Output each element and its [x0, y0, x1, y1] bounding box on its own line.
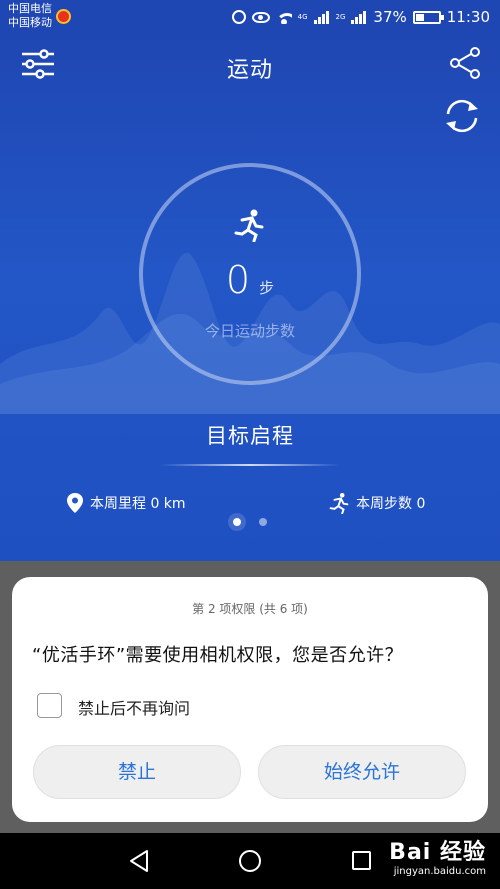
weekly-distance: 本周里程 0 km: [66, 492, 186, 514]
steps-value: 0: [225, 258, 251, 302]
goal-underline: [160, 464, 340, 466]
permission-message: “优活手环”需要使用相机权限，您是否允许？: [32, 645, 404, 666]
permission-counter: 第 2 项权限 (共 6 项): [192, 602, 308, 616]
dont-ask-again-label[interactable]: 禁止后不再询问: [78, 695, 190, 719]
goal-button[interactable]: 目标启程: [0, 420, 500, 450]
carrier-1: 中国电信: [8, 2, 52, 15]
weekly-steps-text: 本周步数 0: [356, 496, 426, 512]
today-steps: 0 步: [0, 258, 500, 302]
signal-2-icon: [351, 10, 367, 24]
page-indicator: [0, 518, 500, 526]
weekly-steps: 本周步数 0: [328, 492, 425, 514]
watermark-url: jingyan.baidu.com: [393, 866, 486, 877]
weekly-distance-text: 本周里程 0 km: [90, 496, 186, 512]
runner-small-icon: [329, 492, 349, 514]
clock: 11:30: [446, 8, 490, 26]
deny-button[interactable]: 禁止: [33, 745, 241, 799]
sync-icon[interactable]: [440, 96, 484, 136]
back-icon[interactable]: [127, 849, 151, 873]
page-dot[interactable]: [233, 518, 241, 526]
watermark-logo: Bai 经验: [389, 840, 486, 865]
battery-percent: 37%: [373, 8, 407, 26]
dont-ask-again-checkbox[interactable]: [37, 693, 62, 718]
page-title: 运动: [226, 58, 273, 83]
watermark: Bai 经验 jingyan.baidu.com: [389, 834, 486, 877]
network-2-label: 2G: [335, 12, 346, 21]
eye-comfort-icon: [251, 11, 270, 23]
status-indicators: 4G 2G 37% 11:30: [231, 7, 490, 27]
always-allow-button[interactable]: 始终允许: [258, 745, 466, 799]
steps-unit: 步: [259, 279, 275, 297]
location-pin-icon: [67, 493, 83, 513]
battery-icon: [412, 10, 444, 24]
weibo-notification-icon: [56, 9, 71, 24]
network-1-label: 4G: [297, 12, 308, 21]
alarm-icon: [231, 10, 246, 24]
carrier-2: 中国移动: [8, 16, 52, 29]
home-icon[interactable]: [239, 850, 261, 872]
recent-apps-icon[interactable]: [352, 851, 371, 870]
share-icon[interactable]: [448, 46, 482, 80]
status-bar: 中国电信 中国移动 4G 2G 37% 11:30: [0, 0, 500, 34]
wifi-icon: [275, 10, 292, 24]
carrier-info: 中国电信 中国移动: [8, 2, 52, 30]
signal-1-icon: [313, 10, 330, 24]
steps-caption: 今日运动步数: [204, 322, 295, 340]
runner-icon: [234, 209, 264, 242]
page-dot[interactable]: [259, 518, 267, 526]
sport-screen: 运动 0 步 今日运动步数 目标启程 本周里程 0 km 本周步数 0: [0, 34, 500, 561]
permission-dialog: 第 2 项权限 (共 6 项) “优活手环”需要使用相机权限，您是否允许？ 禁止…: [12, 577, 488, 822]
